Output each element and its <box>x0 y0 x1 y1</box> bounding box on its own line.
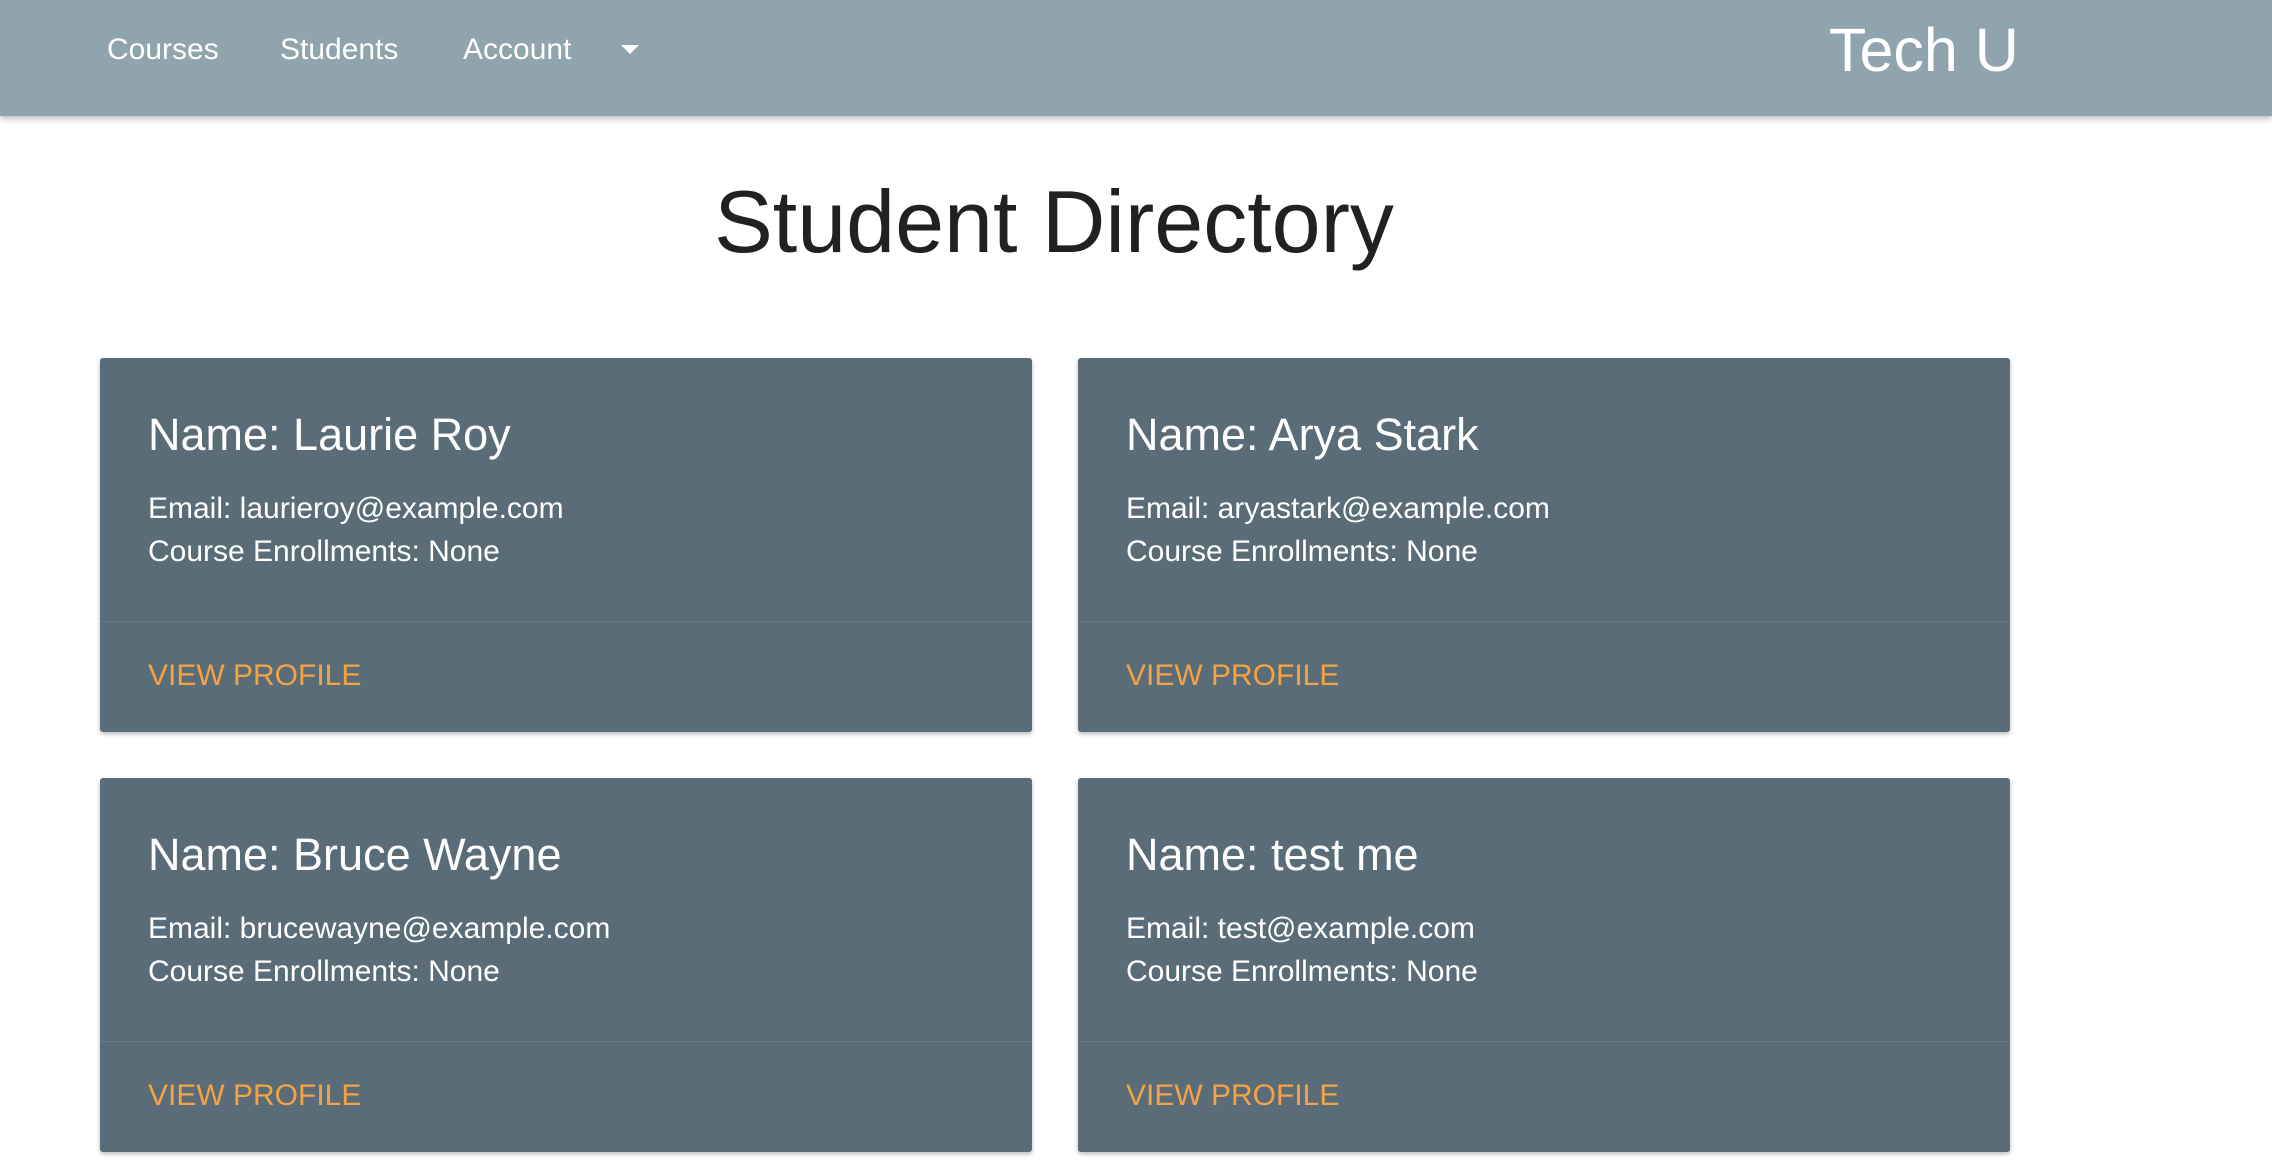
student-email: Email: brucewayne@example.com <box>148 912 611 945</box>
top-navbar: Courses Students Account Tech U <box>0 0 2272 116</box>
student-card-content: Name: test me Email: test@example.com Co… <box>1078 778 2010 1042</box>
view-profile-link[interactable]: VIEW PROFILE <box>148 658 361 694</box>
student-enrollments: Course Enrollments: None <box>1126 535 1478 568</box>
student-card: Name: Bruce Wayne Email: brucewayne@exam… <box>100 778 1032 1152</box>
student-email: Email: laurieroy@example.com <box>148 492 564 525</box>
student-name: Name: Arya Stark <box>1126 409 1479 460</box>
student-card: Name: test me Email: test@example.com Co… <box>1078 778 2010 1152</box>
student-name: Name: Bruce Wayne <box>148 829 562 880</box>
student-enrollments: Course Enrollments: None <box>148 955 500 988</box>
student-card-content: Name: Bruce Wayne Email: brucewayne@exam… <box>100 778 1032 1042</box>
view-profile-link[interactable]: VIEW PROFILE <box>148 1078 361 1114</box>
student-email: Email: test@example.com <box>1126 912 1475 945</box>
nav-link-courses[interactable]: Courses <box>107 30 219 70</box>
student-name: Name: Laurie Roy <box>148 409 511 460</box>
student-card: Name: Laurie Roy Email: laurieroy@exampl… <box>100 358 1032 732</box>
page-title: Student Directory <box>714 172 1394 271</box>
student-card: Name: Arya Stark Email: aryastark@exampl… <box>1078 358 2010 732</box>
student-card-content: Name: Arya Stark Email: aryastark@exampl… <box>1078 358 2010 622</box>
view-profile-link[interactable]: VIEW PROFILE <box>1126 658 1339 694</box>
nav-link-students[interactable]: Students <box>280 30 398 70</box>
student-card-content: Name: Laurie Roy Email: laurieroy@exampl… <box>100 358 1032 622</box>
brand-logo[interactable]: Tech U <box>1829 15 2019 85</box>
account-dropdown-caret-icon[interactable] <box>621 45 639 54</box>
student-enrollments: Course Enrollments: None <box>148 535 500 568</box>
student-name: Name: test me <box>1126 829 1419 880</box>
nav-link-account[interactable]: Account <box>463 30 571 70</box>
student-enrollments: Course Enrollments: None <box>1126 955 1478 988</box>
view-profile-link[interactable]: VIEW PROFILE <box>1126 1078 1339 1114</box>
student-email: Email: aryastark@example.com <box>1126 492 1550 525</box>
